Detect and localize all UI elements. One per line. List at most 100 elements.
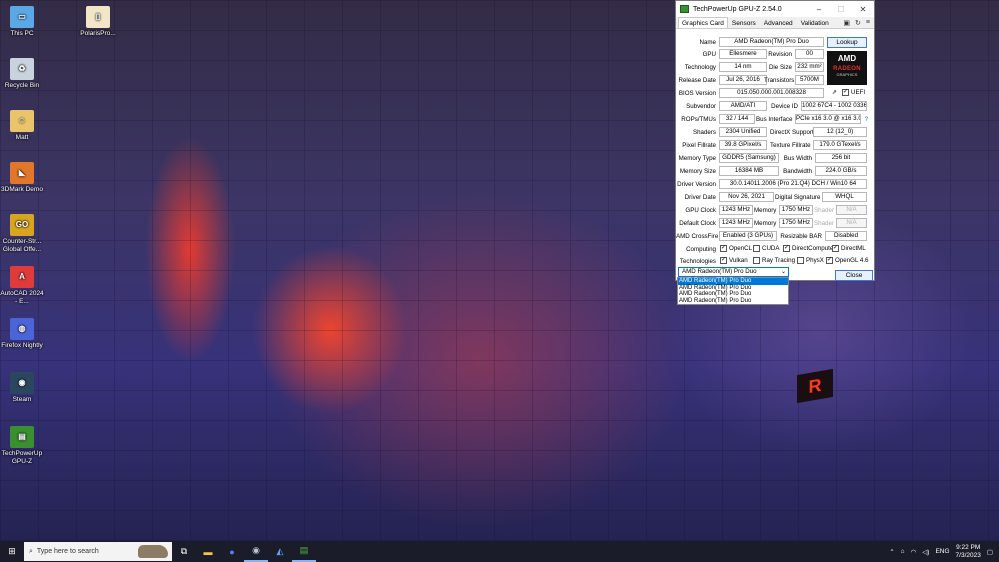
taskbar: ⊞ ⌕ Type here to search ⧉ ▬ ● ◉ ◭ ▤ ⌃ ⌂ … xyxy=(0,541,999,562)
default-clock-value: 1243 MHz xyxy=(719,218,753,228)
uefi-check: ✓ UEFI xyxy=(842,89,866,96)
lookup-button[interactable]: Lookup xyxy=(827,37,867,48)
window-title: TechPowerUp GPU-Z 2.54.0 xyxy=(693,5,782,13)
close-button[interactable]: Close xyxy=(835,270,873,281)
desktop-icon-label: PolarisPro... xyxy=(80,30,116,37)
desktop-icon-csgo[interactable]: GO Counter-Str... Global Offe... xyxy=(0,214,44,253)
bandwidth-value: 224.0 GB/s xyxy=(815,166,867,176)
device-id-value: 1002 67C4 - 1002 0336 xyxy=(801,101,867,111)
notification-icon[interactable]: ▢ xyxy=(987,548,993,556)
desktop-icon-steam[interactable]: ◉ Steam xyxy=(0,372,44,404)
desktop-icon-file[interactable]: ▯ PolarisPro... xyxy=(76,6,120,38)
name-label: Name xyxy=(699,39,716,46)
bus-width-value: 256 bit xyxy=(815,153,867,163)
checkbox-label: OpenCL xyxy=(729,245,753,252)
firefox-icon: ◍ xyxy=(10,318,34,340)
tab-graphics-card[interactable]: Graphics Card xyxy=(678,17,728,28)
desktop-icon-recycle-bin[interactable]: ♻ Recycle Bin xyxy=(0,58,44,90)
checkbox-physx: PhysX xyxy=(797,257,824,264)
amd-software-icon[interactable]: ◭ xyxy=(268,541,292,562)
empty-checkbox-icon xyxy=(753,245,760,252)
desktop-icon-label: Recycle Bin xyxy=(4,82,40,89)
revision-value: 00 xyxy=(795,49,824,59)
tab-advanced[interactable]: Advanced xyxy=(760,17,797,28)
digital-signature-label: Digital Signature xyxy=(775,194,821,201)
desktop-icon-label: TechPowerUp GPU-Z xyxy=(1,450,43,465)
gpu-select-options: AMD Radeon(TM) Pro Duo AMD Radeon(TM) Pro… xyxy=(677,277,789,305)
desktop-icon-gpuz[interactable]: ▤ TechPowerUp GPU-Z xyxy=(0,426,44,465)
system-tray: ⌃ ⌂ ◠ ◁) ENG 9:22 PM 7/3/2023 ▢ xyxy=(889,544,999,560)
default-memory-label: Memory xyxy=(754,220,777,227)
maximize-icon[interactable]: ☐ xyxy=(830,5,852,14)
window-titlebar[interactable]: TechPowerUp GPU-Z 2.54.0 – ☐ ✕ xyxy=(676,1,874,17)
checkbox-label: Ray Tracing xyxy=(762,257,796,264)
checkbox-label: DirectML xyxy=(841,245,866,252)
checkmark-icon: ✓ xyxy=(783,245,790,252)
menu-icon[interactable]: ≡ xyxy=(866,19,870,28)
texture-fillrate-value: 179.0 GTexel/s xyxy=(813,140,867,150)
crossfire-value: Enabled (3 GPUs) xyxy=(719,231,777,241)
clock[interactable]: 9:22 PM 7/3/2023 xyxy=(956,544,981,560)
subvendor-value: AMD/ATI xyxy=(719,101,767,111)
checkbox-opencl: ✓ OpenCL xyxy=(720,245,752,252)
memory-size-value: 16384 MB xyxy=(719,166,779,176)
technology-value: 14 nm xyxy=(719,62,767,72)
driver-date-label: Driver Date xyxy=(684,194,716,201)
desktop-icon-3dmark[interactable]: ◣ 3DMark Demo xyxy=(0,162,44,194)
shaders-value: 2304 Unified xyxy=(719,127,767,137)
desktop-icon-autocad[interactable]: A AutoCAD 2024 - E... xyxy=(0,266,44,305)
gpu-select-value: AMD Radeon(TM) Pro Duo xyxy=(682,268,757,275)
checkmark-icon: ✓ xyxy=(720,257,727,264)
checkmark-icon: ✓ xyxy=(720,245,727,252)
desktop-icon-label: Firefox Nightly xyxy=(1,342,43,349)
gpu-clock-label: GPU Clock xyxy=(685,207,716,214)
default-clock-label: Default Clock xyxy=(679,220,716,227)
release-date-value: Jul 26, 2016 xyxy=(719,75,767,85)
help-icon[interactable]: ? xyxy=(862,116,868,123)
checkbox-directcompute: ✓ DirectCompute xyxy=(783,245,833,252)
die-size-value: 232 mm² xyxy=(795,62,824,72)
tab-sensors[interactable]: Sensors xyxy=(728,17,760,28)
file-explorer-icon[interactable]: ▬ xyxy=(196,541,220,562)
desktop-icon-label: Counter-Str... Global Offe... xyxy=(2,238,42,253)
steam-icon[interactable]: ◉ xyxy=(244,541,268,562)
shader-clock-label: Shader xyxy=(814,207,834,214)
resizable-bar-label: Resizable BAR xyxy=(780,233,822,240)
gpuz-app-icon xyxy=(680,5,689,13)
windows-start-icon[interactable]: ⊞ xyxy=(0,541,24,562)
desktop-icon-user-folder[interactable]: ☺ Matt xyxy=(0,110,44,142)
gpu-option[interactable]: AMD Radeon(TM) Pro Duo xyxy=(678,298,788,305)
bus-width-label: Bus Width xyxy=(783,155,812,162)
refresh-icon[interactable]: ↻ xyxy=(855,19,861,28)
desktop-icon-firefox[interactable]: ◍ Firefox Nightly xyxy=(0,318,44,350)
share-icon[interactable]: ⇗ xyxy=(827,89,837,96)
rops-tmus-value: 32 / 144 xyxy=(719,114,755,124)
3dmark-icon: ◣ xyxy=(10,162,34,184)
volume-icon[interactable]: ◁) xyxy=(922,548,929,556)
wifi-icon[interactable]: ◠ xyxy=(911,548,917,556)
gpuz-taskbar-icon[interactable]: ▤ xyxy=(292,541,316,562)
technologies-label: Technologies xyxy=(679,258,716,265)
gpuz-icon: ▤ xyxy=(10,426,34,448)
task-view-icon[interactable]: ⧉ xyxy=(172,541,196,562)
checkbox-label: PhysX xyxy=(806,257,824,264)
search-highlight-image xyxy=(138,545,168,558)
chevron-down-icon[interactable]: ⌄ xyxy=(781,268,786,276)
chevron-up-icon[interactable]: ⌃ xyxy=(889,548,894,556)
search-box[interactable]: ⌕ Type here to search xyxy=(24,542,172,561)
default-memory-value: 1750 MHz xyxy=(779,218,813,228)
language-indicator[interactable]: ENG xyxy=(935,548,949,555)
checkbox-vulkan: ✓ Vulkan xyxy=(720,257,748,264)
minimize-icon[interactable]: – xyxy=(808,5,830,14)
bandwidth-label: Bandwidth xyxy=(783,168,812,175)
close-icon[interactable]: ✕ xyxy=(852,5,874,14)
firefox-icon[interactable]: ● xyxy=(220,541,244,562)
desktop-icon-label: AutoCAD 2024 - E... xyxy=(0,290,44,305)
network-icon[interactable]: ⌂ xyxy=(901,548,905,555)
device-id-label: Device ID xyxy=(771,103,798,110)
technology-label: Technology xyxy=(684,64,716,71)
gpu-select[interactable]: AMD Radeon(TM) Pro Duo ⌄ xyxy=(678,267,789,277)
camera-icon[interactable]: ▣ xyxy=(843,19,850,28)
desktop-icon-computer[interactable]: ▭ This PC xyxy=(0,6,44,38)
tab-validation[interactable]: Validation xyxy=(797,17,833,28)
